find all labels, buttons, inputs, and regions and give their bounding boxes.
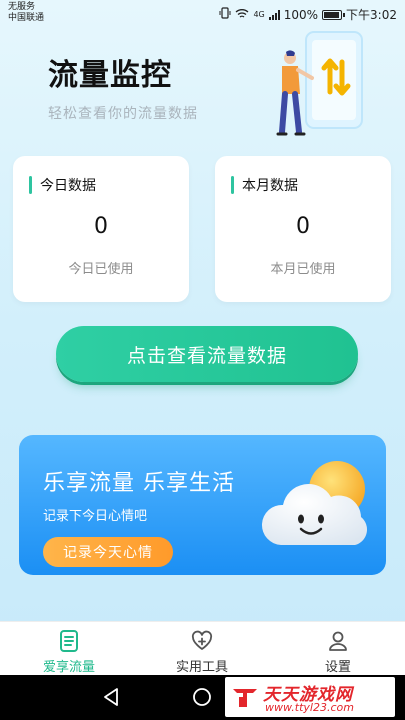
month-usage-caption: 本月已使用 <box>270 262 336 277</box>
view-traffic-button[interactable]: 点击查看流量数据 <box>56 326 358 382</box>
card-accent-bar <box>29 176 32 194</box>
card-header: 本月数据 <box>231 176 298 194</box>
card-accent-bar <box>231 176 234 194</box>
carrier-line-2: 中国联通 <box>8 13 45 23</box>
clock: 下午3:02 <box>346 8 397 22</box>
card-title: 今日数据 <box>40 178 96 194</box>
battery-percent: 100% <box>283 7 319 22</box>
page-subtitle: 轻松查看你的流量数据 <box>48 106 198 122</box>
today-usage-value: 0 <box>94 214 108 239</box>
today-data-card: 今日数据 0 今日已使用 <box>13 156 189 302</box>
mood-banner[interactable]: 乐享流量 乐享生活 记录下今日心情吧 记录今天心情 <box>19 435 386 575</box>
wifi-icon <box>235 8 249 22</box>
nav-item-settings[interactable]: 设置 <box>283 630 393 675</box>
status-indicators: 4G 100% 下午3:02 <box>219 6 397 23</box>
page-title: 流量监控 <box>48 58 172 93</box>
watermark-logo-icon <box>233 689 257 707</box>
carrier-info: 无服务 中国联通 <box>8 2 44 24</box>
battery-icon <box>322 9 346 20</box>
network-type: 4G <box>253 10 265 19</box>
sun-cloud-mascot-icon <box>261 461 368 545</box>
back-icon[interactable] <box>102 687 120 707</box>
signal-icon <box>268 9 280 20</box>
phone-traffic-illustration-icon <box>276 31 363 136</box>
site-watermark: 天天游戏网 www.ttyl23.com <box>225 677 395 717</box>
heart-plus-icon <box>191 630 213 650</box>
vibrate-icon <box>219 7 231 22</box>
carrier-line-1: 无服务 <box>8 2 36 12</box>
nav-label-settings: 设置 <box>324 660 351 675</box>
document-icon <box>60 630 78 652</box>
record-mood-button[interactable]: 记录今天心情 <box>43 537 173 567</box>
nav-label-traffic: 爱享流量 <box>42 660 95 675</box>
home-icon[interactable] <box>192 687 212 707</box>
watermark-url: www.ttyl23.com <box>265 701 354 714</box>
status-bar: 无服务 中国联通 4G 100% 下午3:02 <box>0 0 405 28</box>
card-title: 本月数据 <box>242 178 298 194</box>
today-usage-caption: 今日已使用 <box>68 262 134 277</box>
nav-item-traffic[interactable]: 爱享流量 <box>14 630 124 675</box>
bottom-navigation: 爱享流量 实用工具 设置 <box>0 621 405 675</box>
month-usage-value: 0 <box>296 214 310 239</box>
banner-title: 乐享流量 乐享生活 <box>43 471 235 496</box>
banner-subtitle: 记录下今日心情吧 <box>43 509 148 524</box>
card-header: 今日数据 <box>29 176 96 194</box>
nav-label-tools: 实用工具 <box>175 660 228 675</box>
nav-item-tools[interactable]: 实用工具 <box>147 630 257 675</box>
user-icon <box>329 631 347 651</box>
month-data-card: 本月数据 0 本月已使用 <box>215 156 391 302</box>
